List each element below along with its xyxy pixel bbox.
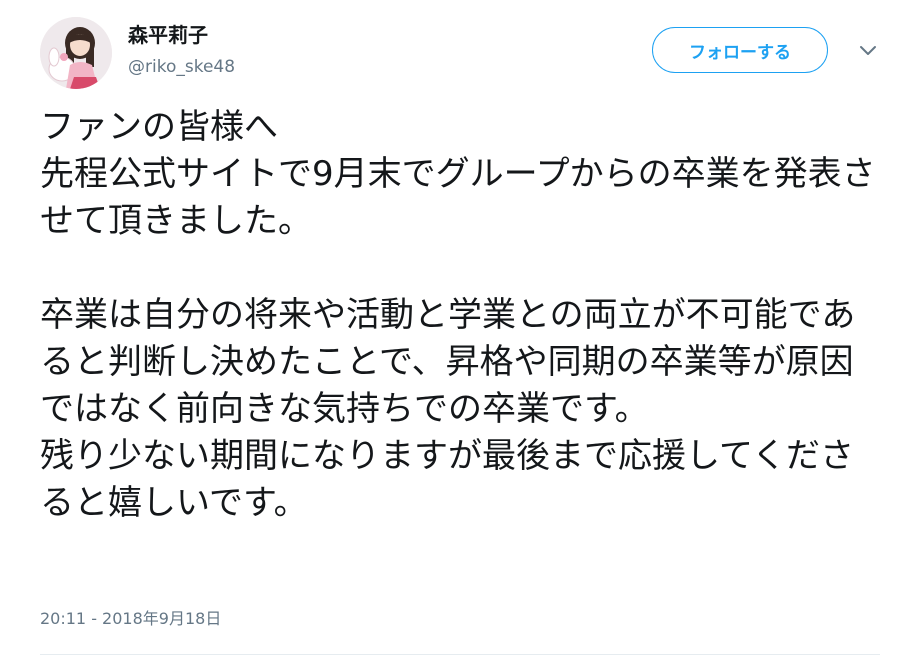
divider [40,654,880,655]
tweet-timestamp[interactable]: 20:11 - 2018年9月18日 [40,608,221,630]
more-options-button[interactable] [855,40,881,60]
avatar[interactable] [40,17,112,89]
chevron-down-icon [860,46,876,55]
display-name[interactable]: 森平莉子 [128,22,208,48]
profile-photo-icon [40,17,112,89]
user-handle[interactable]: @riko_ske48 [128,56,235,78]
follow-button[interactable]: フォローする [652,27,828,73]
tweet-text: ファンの皆様へ 先程公式サイトで9月末でグループからの卒業を発表させて頂きました… [40,107,876,523]
tweet-card: 森平莉子 @riko_ske48 フォローする ファンの皆様へ 先程公式サイトで… [0,0,901,657]
